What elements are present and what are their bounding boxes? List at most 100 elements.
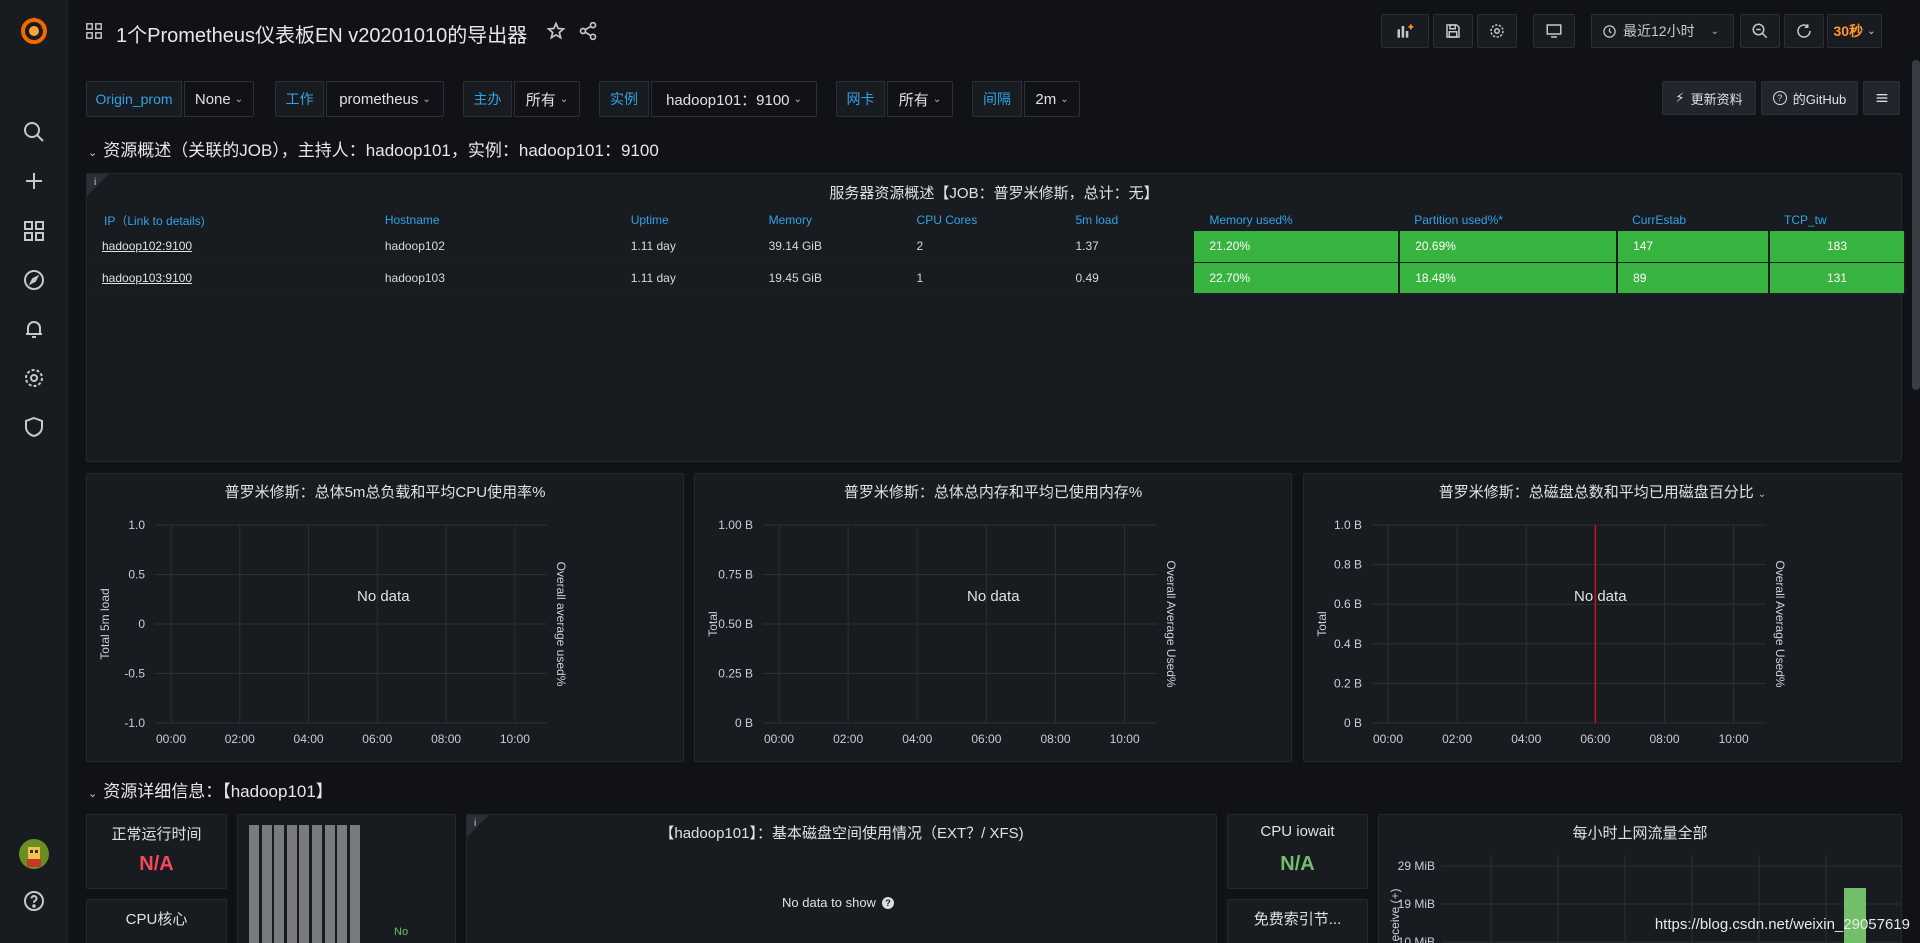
stat-title: 正常运行时间 [111,826,202,843]
chevron-down-icon: ⌄ [1060,93,1069,105]
no-data-text: No data to show [782,895,876,910]
refresh-button[interactable] [1784,14,1824,48]
table-cell: hadoop102 [369,231,616,263]
configuration-gear-icon[interactable] [20,364,48,392]
host-detail-link[interactable]: hadoop103:9100 [102,271,192,285]
var-select-job[interactable]: prometheus ⌄ [326,81,444,117]
host-detail-link[interactable]: hadoop102:9100 [102,239,192,253]
grafana-logo-icon[interactable] [17,14,51,48]
table-row: hadoop102:9100 hadoop102 1.11 day 39.14 … [88,231,1906,263]
var-label-instance: 实例 [599,81,649,117]
page-scrollbar[interactable] [1912,60,1920,390]
create-plus-icon[interactable] [20,167,48,195]
var-select-origin-prom[interactable]: None ⌄ [184,81,254,117]
x-tick-label: 06:00 [362,732,392,746]
row-title-details[interactable]: ⌄ 资源详细信息：【hadoop101】 [88,777,333,802]
github-link-button[interactable]: ? 的GitHub [1761,81,1858,115]
explore-compass-icon[interactable] [20,266,48,294]
settings-gear-button[interactable] [1477,14,1517,48]
server-overview-panel: i 服务器资源概述【JOB：普罗米修斯，总计：无】 IP（Link to det… [86,173,1906,462]
table-cell-threshold: 89 [1617,262,1770,294]
save-dashboard-button[interactable] [1433,14,1473,48]
column-header[interactable]: IP（Link to details) [88,209,370,231]
dashboard-title[interactable]: 1个Prometheus仪表板EN v20201010的导出器 [116,19,527,48]
column-header[interactable]: Hostname [370,209,616,231]
tv-mode-button[interactable] [1533,14,1575,48]
x-tick-label: 00:00 [764,732,794,746]
row-title-text: 资源概述（关联的JOB），主持人：hadoop101，实例：hadoop101：… [103,141,659,160]
column-header[interactable]: 5m load [1060,209,1194,231]
var-value: 所有 [525,91,556,109]
chart-svg[interactable]: 1.0 0.5 0 -0.5 -1.0 00:00 02:00 04:00 06:00 08:00… [87,474,685,763]
sidebar [0,0,68,943]
x-tick-label: 02:00 [225,732,255,746]
share-icon[interactable] [577,20,599,42]
bar-gauge-bar [261,825,272,943]
chart-svg[interactable]: 1.0 B 0.8 B 0.6 B 0.4 B 0.2 B 0 B 00:00 02:00 04… [1304,474,1903,763]
refresh-interval-picker[interactable]: 30秒 ⌄ [1827,14,1882,48]
time-range-label: 最近12小时 [1623,23,1695,39]
x-tick-label: 10:00 [500,732,530,746]
no-data-label: No data [967,588,1020,605]
user-avatar[interactable] [19,839,49,869]
github-link-label: 的GitHub [1792,91,1847,107]
star-icon[interactable] [545,20,567,42]
table-cell-threshold: 21.20% [1194,231,1401,263]
column-header[interactable]: CPU Cores [902,209,1061,231]
question-circle-icon[interactable]: ? [881,896,894,909]
cpu-iowait-stat-panel: CPU iowait N/A [1227,814,1368,889]
no-data-label: No data [357,588,410,605]
x-tick-label: 00:00 [1373,732,1403,746]
chart-svg[interactable]: 1.00 B 0.75 B 0.50 B 0.25 B 0 B 00:00 02:00 04:… [695,474,1293,763]
dashboards-grid-icon[interactable] [20,217,48,245]
x-tick-label: 10:00 [1719,732,1749,746]
column-header[interactable]: Memory [754,209,902,231]
zoom-out-button[interactable] [1740,14,1780,48]
bar-gauge-bar [349,825,360,943]
stat-value: N/A [1280,853,1315,875]
column-header[interactable]: TCP_tw [1769,209,1905,231]
var-select-host[interactable]: 所有 ⌄ [514,81,580,117]
uptime-stat-panel: 正常运行时间 N/A [86,814,227,889]
y-axis-label: Total [1315,611,1329,636]
var-label-interval: 间隔 [972,81,1022,117]
help-icon[interactable] [20,887,48,915]
update-link-button[interactable]: ⚡ 更新资料 [1662,81,1756,115]
time-picker-button[interactable]: 最近12小时 ⌄ [1591,14,1734,48]
disk-chart-panel: 普罗米修斯：总磁盘总数和平均已用磁盘百分比 ⌄ 1.0 B 0.8 B 0.6 B0… [1303,473,1902,762]
alerting-bell-icon[interactable] [20,315,48,343]
table-cell-threshold: 183 [1769,231,1906,263]
bar-gauge-bar [249,825,259,943]
disk-space-table-panel: i 【hadoop101】：基本磁盘空间使用情况（EXT？/ XFS) No d… [466,814,1217,943]
var-select-interval[interactable]: 2m ⌄ [1024,81,1080,117]
y-tick-label: 0 B [735,716,753,730]
table-cell: 1 [901,262,1061,294]
panel-title: 【hadoop101】：基本磁盘空间使用情况（EXT？/ XFS) [659,825,1024,842]
var-select-nic[interactable]: 所有 ⌄ [887,81,953,117]
table-cell-threshold: 131 [1769,262,1906,294]
table-cell-ip: hadoop103:9100 [88,262,370,294]
x-tick-label: 08:00 [1649,732,1679,746]
add-panel-button[interactable] [1381,14,1429,48]
search-icon[interactable] [20,118,48,146]
y2-axis-label: Overall average used% [554,562,568,687]
y-tick-label: 10 MiB [1398,935,1435,943]
bar-gauge-bar [312,825,322,943]
server-admin-shield-icon[interactable] [20,413,48,441]
column-header[interactable]: Memory used% [1194,209,1399,231]
y-tick-label: 29 MiB [1398,859,1435,873]
column-header[interactable]: Uptime [616,209,754,231]
menu-hamburger-icon[interactable] [1863,81,1900,115]
y-tick-label: 1.00 B [718,518,753,532]
chevron-down-icon: ⌄ [422,93,431,105]
dashboard-grid-icon [84,21,104,41]
x-tick-label: 10:00 [1110,732,1140,746]
stat-title: CPU核心 [125,911,188,928]
var-value: hadoop101：9100 [666,91,790,109]
y-tick-label: 1.0 B [1334,518,1362,532]
row-title-overview[interactable]: ⌄ 资源概述（关联的JOB），主持人：hadoop101，实例：hadoop101… [88,136,659,161]
column-header[interactable]: CurrEstab [1617,209,1769,231]
var-select-instance[interactable]: hadoop101：9100 ⌄ [651,81,817,117]
column-header[interactable]: Partition used%* [1399,209,1617,231]
x-tick-label: 04:00 [294,732,324,746]
